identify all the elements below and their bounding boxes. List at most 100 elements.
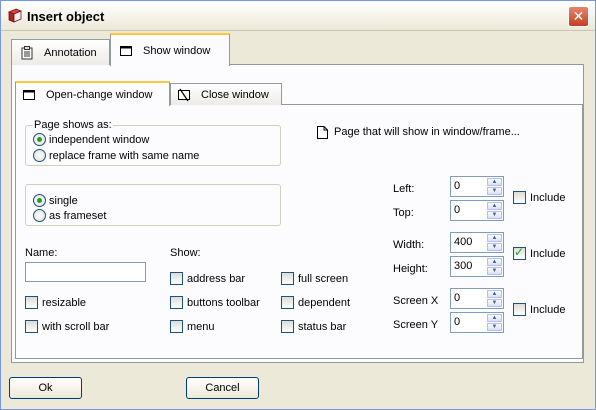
radio-replace-frame[interactable]: replace frame with same name	[33, 149, 199, 162]
close-icon: ✕	[572, 8, 585, 24]
top-value: 0	[454, 204, 461, 216]
checkbox-dependent[interactable]: dependent	[281, 296, 350, 309]
left-label: Left:	[393, 183, 415, 195]
checkbox-box	[513, 245, 526, 260]
checkbox-box	[513, 303, 526, 316]
spin-down-icon[interactable]: ▼	[487, 211, 502, 219]
page-target-link[interactable]: Page that will show in window/frame...	[334, 126, 520, 138]
name-field[interactable]	[25, 262, 146, 282]
spin-up-icon[interactable]: ▲	[487, 178, 502, 186]
spin-down-icon[interactable]: ▼	[487, 243, 502, 251]
window-close-icon	[178, 88, 190, 101]
checkbox-label: status bar	[298, 320, 347, 333]
show-label: Show:	[170, 247, 201, 259]
checkbox-label: dependent	[298, 296, 350, 309]
checkbox-buttons-toolbar[interactable]: buttons toolbar	[170, 296, 260, 309]
height-spinner[interactable]: 300 ▲ ▼	[450, 256, 504, 277]
spin-up-icon[interactable]: ▲	[487, 290, 502, 298]
tab-annotation[interactable]: Annotation	[11, 39, 110, 65]
checkbox-full-screen[interactable]: full screen	[281, 272, 348, 285]
checkbox-with-scroll-bar[interactable]: with scroll bar	[25, 320, 109, 333]
top-spinner[interactable]: 0 ▲ ▼	[450, 200, 504, 221]
spin-down-icon[interactable]: ▼	[487, 299, 502, 307]
tab-show-window[interactable]: Show window	[110, 33, 230, 66]
spin-down-icon[interactable]: ▼	[487, 267, 502, 275]
clipboard-icon	[21, 45, 33, 59]
checkbox-status-bar[interactable]: status bar	[281, 320, 346, 333]
spin-up-icon[interactable]: ▲	[487, 258, 502, 266]
tab-close-window[interactable]: Close window	[170, 83, 282, 105]
checkbox-label: buttons toolbar	[187, 296, 260, 309]
title-bar: Insert object ✕	[1, 1, 595, 31]
height-label: Height:	[393, 263, 428, 275]
name-label: Name:	[25, 247, 58, 259]
checkbox-menu[interactable]: menu	[170, 320, 215, 333]
book-icon	[7, 8, 23, 23]
screen-y-label: Screen Y	[393, 319, 439, 331]
spin-down-icon[interactable]: ▼	[487, 323, 502, 331]
spin-up-icon[interactable]: ▲	[487, 202, 502, 210]
checkbox-box	[281, 296, 294, 309]
checkbox-label: with scroll bar	[42, 320, 110, 333]
checkbox-label: Include	[530, 303, 566, 316]
checkbox-label: menu	[187, 320, 215, 333]
checkbox-box	[170, 296, 183, 309]
top-label: Top:	[393, 207, 414, 219]
spin-up-icon[interactable]: ▲	[487, 234, 502, 242]
screen-x-spinner[interactable]: 0 ▲ ▼	[450, 288, 504, 309]
checkbox-box	[281, 272, 294, 285]
width-value: 400	[454, 236, 473, 248]
screen-y-spinner[interactable]: 0 ▲ ▼	[450, 312, 504, 333]
checkbox-box	[25, 320, 38, 333]
checkbox-box	[281, 320, 294, 333]
width-spinner[interactable]: 400 ▲ ▼	[450, 232, 504, 253]
checkbox-include-size[interactable]: Include	[513, 245, 566, 260]
checkbox-include-screen[interactable]: Include	[513, 303, 565, 316]
cancel-button[interactable]: Cancel	[186, 377, 259, 399]
screen-x-value: 0	[454, 292, 461, 304]
spin-up-icon[interactable]: ▲	[487, 314, 502, 322]
radio-dot	[33, 194, 46, 207]
tab-label: Show window	[143, 44, 211, 57]
checkbox-include-position[interactable]: Include	[513, 191, 565, 204]
document-icon	[317, 126, 328, 139]
radio-label: single	[49, 194, 78, 207]
checkbox-box	[25, 296, 38, 309]
radio-dot	[33, 149, 46, 162]
screen-y-value: 0	[454, 316, 461, 328]
left-spinner[interactable]: 0 ▲ ▼	[450, 176, 504, 197]
window-open-icon	[23, 89, 35, 100]
width-label: Width:	[393, 239, 425, 251]
left-value: 0	[454, 180, 461, 192]
checkbox-label: Include	[530, 247, 566, 260]
spin-down-icon[interactable]: ▼	[487, 187, 502, 195]
inner-tabstrip: Open-change window Close window	[15, 81, 555, 106]
checkbox-box	[170, 320, 183, 333]
window-title: Insert object	[27, 9, 105, 24]
checkbox-box	[513, 191, 526, 204]
ok-button[interactable]: Ok	[9, 377, 82, 399]
radio-single[interactable]: single	[33, 194, 78, 207]
tab-label: Close window	[201, 88, 269, 101]
insert-object-dialog: Insert object ✕ Annotation Show window O…	[0, 0, 596, 410]
checkbox-resizable[interactable]: resizable	[25, 296, 86, 309]
checkbox-address-bar[interactable]: address bar	[170, 272, 245, 285]
checkbox-label: resizable	[42, 296, 87, 309]
outer-tabstrip: Annotation Show window	[11, 33, 587, 66]
radio-as-frameset[interactable]: as frameset	[33, 209, 106, 222]
radio-label: independent window	[49, 133, 150, 146]
checkbox-label: Include	[530, 191, 566, 204]
close-button[interactable]: ✕	[568, 6, 589, 27]
tab-open-change-window[interactable]: Open-change window	[15, 81, 170, 106]
tab-label: Annotation	[44, 46, 97, 59]
radio-dot	[33, 209, 46, 222]
page-shows-legend: Page shows as:	[33, 119, 113, 131]
radio-label: replace frame with same name	[49, 149, 200, 162]
radio-label: as frameset	[49, 209, 107, 222]
checkbox-box	[170, 272, 183, 285]
checkbox-label: address bar	[187, 272, 246, 285]
radio-independent-window[interactable]: independent window	[33, 133, 149, 146]
window-icon	[120, 45, 132, 56]
checkbox-label: full screen	[298, 272, 349, 285]
height-value: 300	[454, 260, 473, 272]
